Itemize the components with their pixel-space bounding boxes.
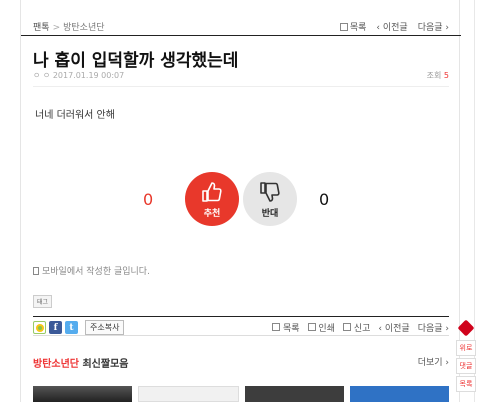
print-button[interactable]: 인쇄 [307, 321, 335, 334]
post-date: 2017.01.19 00:07 [52, 71, 125, 80]
latest-images-header: 방탄소년단 최신짤모음 더보기 › [33, 355, 449, 370]
views-label: 조회 [426, 71, 442, 80]
mobile-note: 모바일에서 작성한 글입니다. [33, 264, 150, 277]
breadcrumb-category[interactable]: 방탄소년단 [63, 23, 104, 33]
upvote-label: 추천 [203, 208, 221, 219]
phone-icon [33, 266, 39, 275]
post-title: 나 홉이 입덕할까 생각했는데 [33, 51, 239, 71]
view-count: 조회 5 [427, 70, 449, 81]
floating-list-button[interactable]: 목록 [456, 376, 476, 392]
views-value: 5 [443, 71, 449, 80]
thumbnail-strip [33, 386, 449, 402]
twitter-icon[interactable]: t [65, 321, 78, 334]
tag-badge: 태그 [33, 295, 53, 308]
print-icon [307, 323, 316, 331]
downvote-label: 반대 [261, 208, 279, 219]
floating-comments-button[interactable]: 댓글 [456, 358, 476, 374]
report-icon [342, 323, 351, 331]
top-nav-buttons: 목록 ‹ 이전글 다음글 › [339, 20, 449, 33]
more-button[interactable]: 더보기 › [418, 355, 449, 368]
list-icon [272, 323, 281, 331]
section-highlight[interactable]: 방탄소년단 [33, 359, 79, 370]
toolbar-list-label: 목록 [282, 324, 300, 334]
mobile-note-text: 모바일에서 작성한 글입니다. [42, 267, 150, 277]
toolbar-prev-button[interactable]: ‹ 이전글 [378, 321, 409, 334]
breadcrumb-separator: > [52, 23, 61, 33]
scroll-top-icon[interactable] [457, 319, 475, 337]
toolbar-list-button[interactable]: 목록 [272, 321, 300, 334]
thumbnail[interactable] [138, 386, 239, 402]
breadcrumb-board[interactable]: 팬톡 [33, 23, 50, 33]
thumbs-up-icon [202, 181, 222, 202]
upvote-button[interactable]: 추천 [185, 172, 239, 226]
facebook-icon[interactable]: f [49, 321, 62, 334]
thumbs-down-icon [260, 181, 280, 202]
page: 팬톡 > 방탄소년단 목록 ‹ 이전글 다음글 › 나 홉이 입덕할까 생각했는데 … [0, 0, 480, 402]
next-post-button[interactable]: 다음글 › [418, 20, 449, 33]
thumbnail[interactable] [245, 386, 344, 402]
floating-top-button[interactable]: 위로 [456, 340, 476, 356]
post-meta: ㅇ ㅇ 2017.01.19 00:07 조회 5 [33, 70, 449, 81]
divider [33, 86, 449, 87]
breadcrumb: 팬톡 > 방탄소년단 [33, 20, 105, 33]
share-buttons: f t 주소복사 [33, 320, 125, 335]
upvote-count: 0 [143, 190, 154, 209]
post-author[interactable]: ㅇ ㅇ [33, 71, 50, 80]
list-button[interactable]: 목록 [339, 20, 367, 33]
report-button[interactable]: 신고 [342, 321, 371, 334]
post-toolbar: f t 주소복사 목록 인쇄 신고 ‹ 이전글 다음글 › [33, 316, 449, 336]
prev-post-button[interactable]: ‹ 이전글 [376, 20, 407, 33]
post-container: 팬톡 > 방탄소년단 목록 ‹ 이전글 다음글 › 나 홉이 입덕할까 생각했는데 … [20, 0, 461, 402]
top-navigation: 팬톡 > 방탄소년단 목록 ‹ 이전글 다음글 › [21, 8, 461, 36]
downvote-count: 0 [319, 190, 330, 209]
floating-nav: 위로 댓글 목록 [456, 319, 476, 394]
kakaostory-icon[interactable] [33, 321, 46, 334]
section-title: 최신짤모음 [79, 359, 129, 370]
copy-url-button[interactable]: 주소복사 [85, 320, 125, 335]
vote-area: 0 추천 반대 0 [21, 170, 461, 230]
print-label: 인쇄 [318, 324, 335, 334]
report-label: 신고 [353, 324, 371, 334]
toolbar-next-button[interactable]: 다음글 › [418, 321, 449, 334]
thumbnail[interactable] [33, 386, 132, 402]
toolbar-actions: 목록 인쇄 신고 ‹ 이전글 다음글 › [272, 321, 449, 334]
list-icon [339, 22, 348, 31]
downvote-button[interactable]: 반대 [243, 172, 297, 226]
post-body: 너네 더러워서 안해 [35, 110, 115, 121]
thumbnail[interactable] [350, 386, 449, 402]
list-label: 목록 [349, 23, 367, 33]
